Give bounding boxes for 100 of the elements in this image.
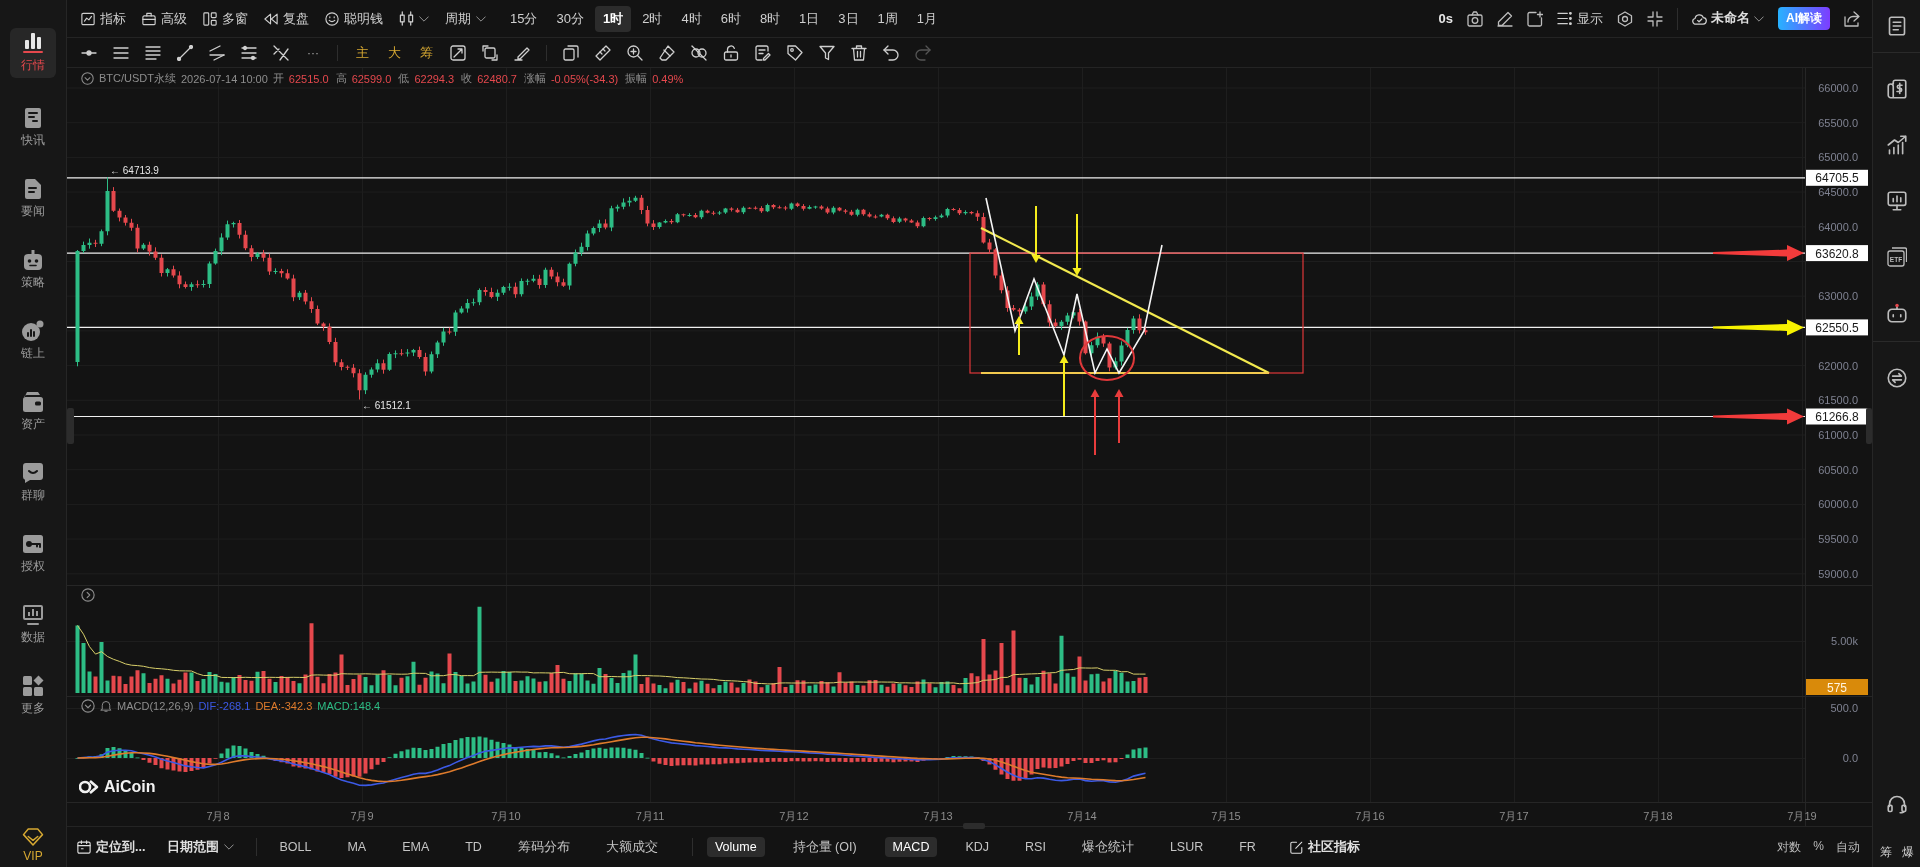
rings-icon[interactable] [691, 44, 707, 61]
sidebar-item[interactable]: 资产 [10, 391, 56, 433]
caret-icon[interactable] [419, 15, 429, 22]
diagonal-arrow-square-icon[interactable] [450, 44, 466, 61]
collapse-icon[interactable] [1647, 10, 1663, 27]
note-edit-icon[interactable] [755, 44, 771, 61]
chevron-circle-icon[interactable] [81, 72, 94, 85]
indicator-tab[interactable]: Volume [706, 837, 765, 857]
copy-icon[interactable] [563, 44, 579, 61]
robot-icon[interactable] [1886, 303, 1907, 323]
community-indicators-button[interactable]: 社区指标 [1289, 838, 1360, 856]
period-tab[interactable]: 1日 [791, 5, 828, 32]
indicator-tab[interactable]: RSI [1017, 837, 1054, 857]
ruler-icon[interactable] [595, 44, 611, 61]
chevron-circle-icon[interactable] [81, 699, 95, 713]
scale-option[interactable]: 自动 [1836, 838, 1860, 856]
layout-dropdown[interactable]: 未命名 [1692, 10, 1764, 27]
indicator-tab[interactable]: MA [339, 837, 375, 857]
eraser-icon[interactable] [659, 44, 675, 61]
scale-option[interactable]: 对数 [1777, 838, 1802, 856]
sidebar-item[interactable]: 链上 [10, 320, 56, 362]
sidebar-item[interactable]: 授权 [10, 533, 56, 575]
indicator-tab[interactable]: LSUR [1161, 837, 1212, 857]
indicator-tab[interactable]: KDJ [957, 837, 998, 857]
sidebar-item[interactable]: VIP [10, 828, 56, 867]
undo-icon[interactable] [883, 44, 899, 61]
trash-icon[interactable] [851, 44, 867, 61]
settings-icon[interactable] [1617, 10, 1633, 27]
indicator-tab[interactable]: 筹码分布 [509, 835, 578, 859]
overlay-button[interactable]: 主 [354, 43, 370, 62]
toolbar-button[interactable]: 多窗 [203, 9, 248, 28]
collapse-handle[interactable] [67, 408, 74, 444]
period-tab[interactable]: 1时 [594, 5, 632, 32]
toolbar-button[interactable]: 复盘 [264, 9, 309, 28]
camera-icon[interactable] [1467, 10, 1483, 27]
sidebar-item[interactable]: 数据 [10, 604, 56, 646]
overlay-button[interactable]: 筹 [418, 43, 434, 62]
date-range-dropdown[interactable]: 日期范围 [167, 838, 235, 856]
indicator-tab[interactable]: MACD [884, 837, 938, 857]
toolbar-button[interactable]: 高级 [142, 9, 187, 28]
toolbar-button[interactable]: 指标 [81, 9, 126, 28]
up-arrow [1090, 389, 1100, 456]
three-lines-icon[interactable] [113, 44, 129, 61]
collapse-handle[interactable] [1866, 408, 1872, 444]
toolbar-button[interactable]: 聪明钱 [325, 9, 383, 28]
indicator-tab[interactable]: BOLL [271, 837, 320, 857]
parallel-lines-icon[interactable] [241, 44, 257, 61]
document-icon[interactable] [1886, 16, 1907, 36]
dollar-document-icon[interactable] [1886, 79, 1907, 99]
trend-bars-icon[interactable] [1886, 135, 1907, 155]
period-tab[interactable]: 3日 [830, 5, 867, 32]
sidebar-item[interactable]: 要闻 [10, 178, 56, 220]
sidebar-item[interactable]: 策略 [10, 249, 56, 291]
monitor-chart-icon[interactable] [1886, 191, 1907, 211]
unlock-icon[interactable] [723, 44, 739, 61]
sidebar-item[interactable]: 群聊 [10, 462, 56, 504]
pencil-icon[interactable] [1497, 10, 1513, 27]
tag-icon[interactable] [787, 44, 803, 61]
zoom-in-icon[interactable] [627, 44, 643, 61]
sidebar-item[interactable]: 更多 [10, 675, 56, 717]
filter-icon[interactable] [819, 44, 835, 61]
candlestick-icon[interactable] [399, 11, 414, 26]
chevron-circle-icon[interactable] [81, 588, 95, 602]
locate-button[interactable]: 定位到... [77, 838, 146, 856]
period-dropdown[interactable]: 周期 [445, 9, 486, 28]
headset-icon[interactable] [1886, 794, 1907, 814]
period-tab[interactable]: 15分 [502, 5, 546, 32]
add-note-icon[interactable] [1527, 10, 1543, 27]
date-axis-label: 7月19 [1787, 810, 1817, 822]
side-tab[interactable]: 爆 [1901, 844, 1914, 861]
period-tab[interactable]: 1月 [908, 5, 946, 32]
side-tab[interactable]: 筹 [1879, 844, 1892, 861]
sidebar-item[interactable]: 行情 [10, 28, 56, 78]
crossed-lines-icon[interactable] [273, 44, 289, 61]
bell-icon[interactable] [100, 700, 112, 712]
period-tab[interactable]: 8时 [751, 5, 789, 32]
indicator-tab[interactable]: 持仓量 (OI) [784, 835, 865, 859]
ai-button[interactable]: AI解读 [1778, 7, 1830, 30]
indicator-tab[interactable]: EMA [394, 837, 438, 857]
period-tab[interactable]: 30分 [548, 5, 592, 32]
channel-icon[interactable] [209, 44, 225, 61]
sidebar-item[interactable]: 快讯 [10, 107, 56, 149]
indicator-tab[interactable]: 爆仓统计 [1073, 835, 1142, 859]
indicator-tab[interactable]: FR [1231, 837, 1264, 857]
display-button[interactable]: 显示 [1557, 9, 1603, 28]
more-button[interactable]: ··· [305, 45, 321, 60]
indicator-tab[interactable]: TD [457, 837, 490, 857]
period-tab[interactable]: 4时 [673, 5, 710, 32]
rotate-square-icon[interactable] [482, 44, 498, 61]
exchange-icon[interactable] [1886, 368, 1907, 388]
trend-line-icon[interactable] [177, 44, 193, 61]
period-tab[interactable]: 1周 [869, 5, 906, 32]
period-tab[interactable]: 6时 [712, 5, 749, 32]
share-icon[interactable] [1844, 10, 1860, 27]
indicator-tab[interactable]: 大额成交 [597, 835, 666, 859]
resize-handle[interactable] [963, 823, 985, 829]
scale-option[interactable]: % [1813, 838, 1824, 856]
overlay-button[interactable]: 大 [386, 43, 402, 62]
four-lines-icon[interactable] [145, 44, 161, 61]
period-tab[interactable]: 2时 [634, 5, 671, 32]
